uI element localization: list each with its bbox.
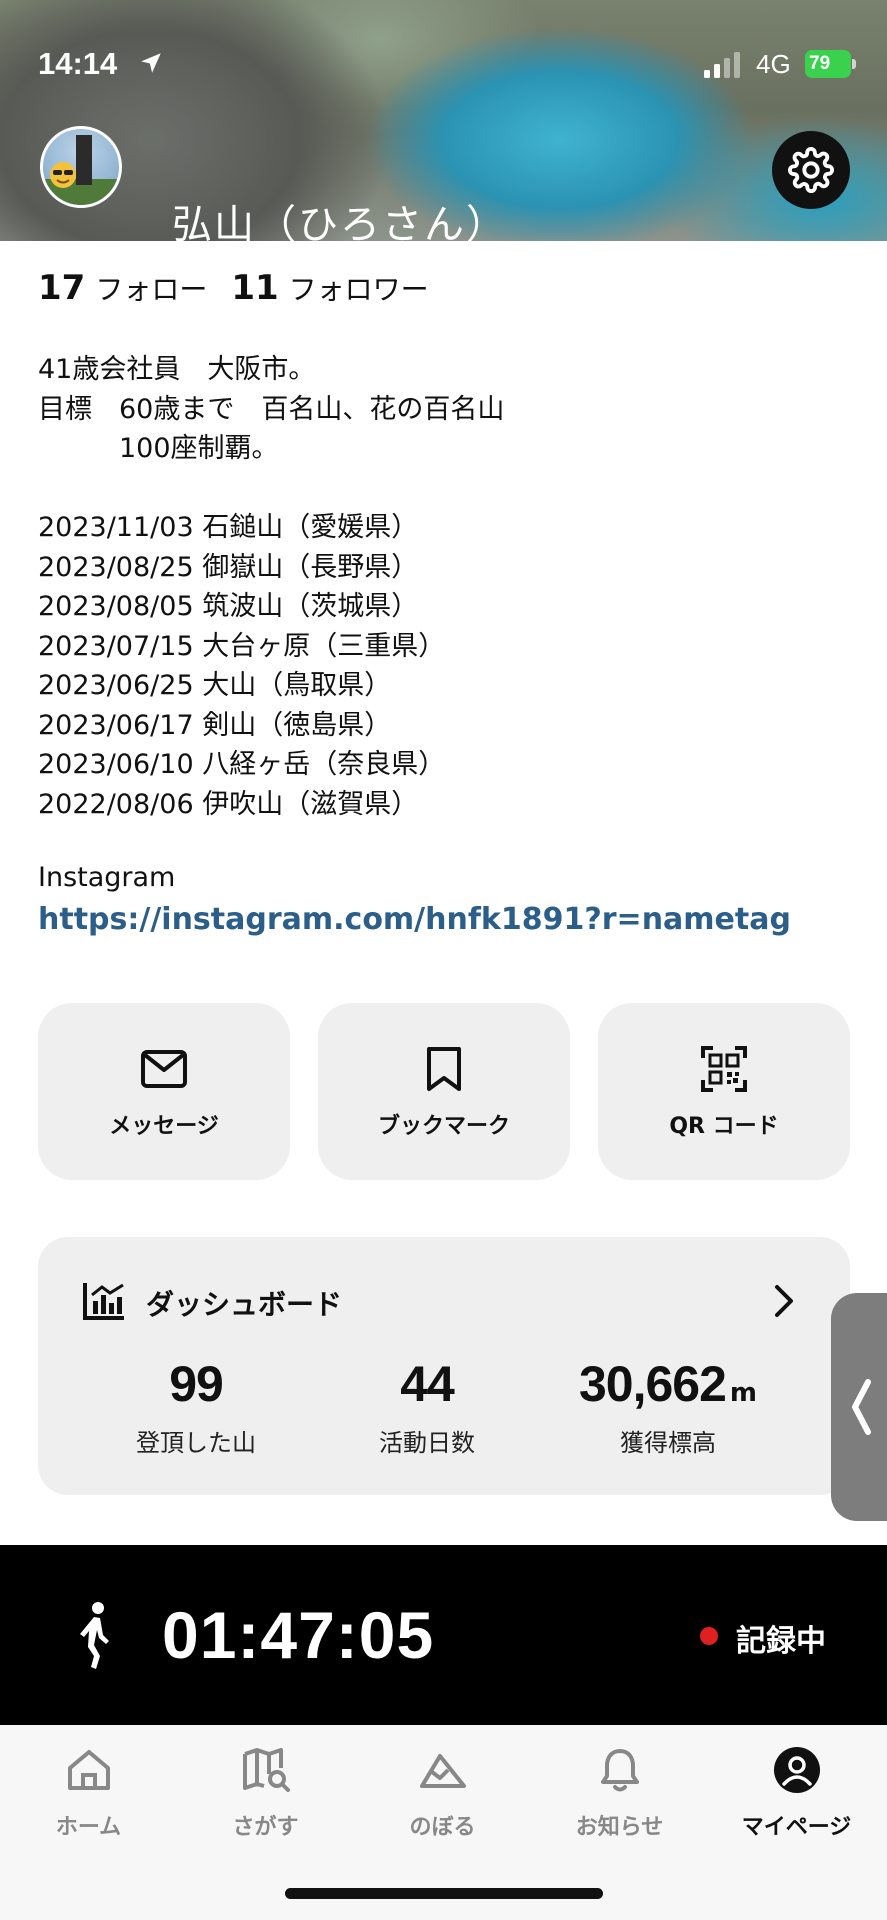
instagram-label: Instagram (38, 862, 176, 893)
signal-icon (704, 52, 740, 78)
qr-code-button[interactable]: QR コード (598, 1003, 850, 1180)
walking-icon (80, 1602, 109, 1669)
tab-label: さがす (232, 1815, 299, 1840)
profile-cover: 14:14 4G 79 弘山（ひろさん） (0, 0, 887, 241)
stat-unit: m (729, 1378, 758, 1408)
stat-activity-days: 44 活動日数 (327, 1355, 527, 1458)
qr-code-label: QR コード (669, 1113, 779, 1139)
stat-summits: 99 登頂した山 (96, 1355, 296, 1458)
battery-level: 79 (809, 53, 831, 74)
home-icon (67, 1750, 110, 1790)
followers-label[interactable]: フォロワー (289, 268, 429, 308)
bookmark-button[interactable]: ブックマーク (318, 1003, 570, 1180)
settings-button[interactable] (772, 131, 850, 209)
map-search-icon (242, 1748, 290, 1792)
tab-search[interactable]: さがす (177, 1745, 354, 1841)
bell-icon (600, 1749, 639, 1792)
status-bar: 14:14 4G 79 (0, 0, 887, 130)
tab-label: ホーム (55, 1815, 122, 1840)
recording-timer: 01:47:05 (162, 1598, 435, 1672)
mountain-icon (419, 1754, 466, 1788)
status-time: 14:14 (38, 46, 118, 81)
gear-icon (788, 147, 834, 193)
avatar-image (43, 135, 119, 205)
recording-status: 記録中 (736, 1624, 826, 1659)
qr-code-icon (701, 1045, 747, 1092)
following-label[interactable]: フォロー (95, 268, 207, 308)
tab-mypage[interactable]: マイページ (708, 1745, 885, 1841)
chevron-left-icon (852, 1379, 871, 1435)
stat-elevation-gain: 30,662 m 獲得標高 (558, 1355, 778, 1458)
side-drawer-handle[interactable] (831, 1293, 887, 1521)
recording-bar[interactable]: 01:47:05 記録中 (0, 1545, 887, 1725)
tab-label: のぼる (409, 1815, 476, 1840)
avatar[interactable] (40, 126, 122, 208)
stat-value: 44 (400, 1356, 455, 1412)
location-arrow-icon (141, 53, 161, 73)
instagram-link[interactable]: https://instagram.com/hnfk1891?r=nametag (38, 902, 791, 937)
message-button[interactable]: メッセージ (38, 1003, 290, 1180)
dashboard-title: ダッシュボード (146, 1288, 343, 1321)
tab-label: マイページ (741, 1815, 852, 1840)
dashboard-card[interactable]: ダッシュボード 99 登頂した山 44 活動日数 30,662 m 獲得標高 (38, 1237, 850, 1495)
tab-home[interactable]: ホーム (0, 1745, 177, 1841)
tab-label: お知らせ (575, 1815, 664, 1840)
tab-notifications[interactable]: お知らせ (531, 1745, 708, 1841)
recording-dot-icon (700, 1627, 718, 1645)
bookmark-label: ブックマーク (377, 1113, 510, 1139)
following-count[interactable]: 17 (38, 268, 85, 308)
follow-stats: 17 フォロー 11 フォロワー (38, 268, 429, 308)
network-type: 4G (756, 49, 791, 79)
mail-icon (141, 1049, 187, 1088)
profile-bio: 41歳会社員 大阪市。 目標 60歳まで 百名山、花の百名山 100座制覇。 2… (38, 354, 505, 820)
stat-caption: 登頂した山 (136, 1429, 256, 1457)
user-icon (773, 1747, 820, 1793)
followers-count[interactable]: 11 (231, 268, 278, 308)
stat-caption: 獲得標高 (620, 1429, 716, 1457)
stat-value: 30,662 (578, 1356, 727, 1412)
profile-name: 弘山（ひろさん） (172, 202, 508, 241)
tab-climb[interactable]: のぼる (354, 1745, 531, 1841)
chart-icon (83, 1283, 124, 1320)
stat-caption: 活動日数 (379, 1429, 475, 1457)
message-label: メッセージ (109, 1113, 219, 1139)
battery-icon: 79 (805, 50, 857, 78)
bookmark-icon (427, 1046, 461, 1091)
home-indicator[interactable] (285, 1888, 603, 1899)
profile-actions: メッセージ ブックマーク QR コード (38, 1003, 850, 1180)
stat-value: 99 (169, 1356, 224, 1412)
chevron-right-icon[interactable] (768, 1283, 798, 1319)
